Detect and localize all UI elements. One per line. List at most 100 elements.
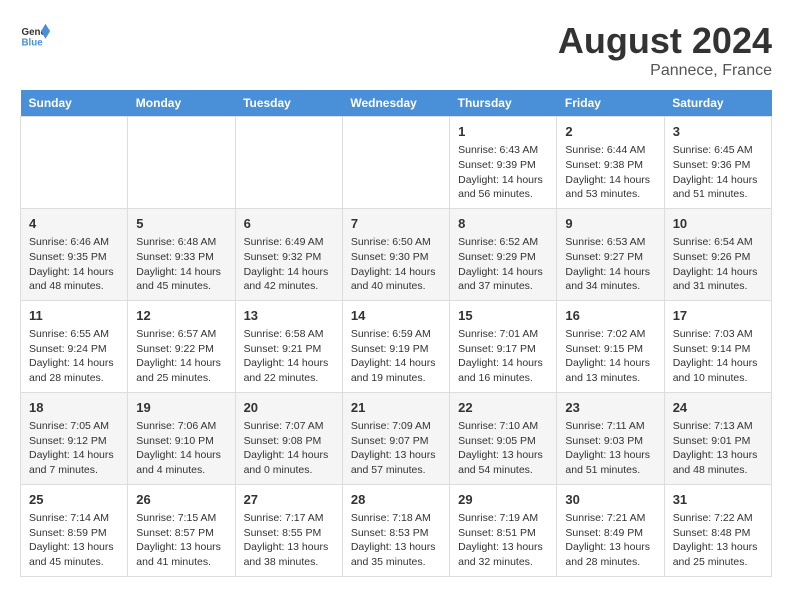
day-number: 5 [136,215,226,233]
day-cell: 14 Sunrise: 6:59 AMSunset: 9:19 PMDayligh… [342,300,449,392]
day-cell: 18Sunrise: 7:05 AMSunset: 9:12 PMDayligh… [21,392,128,484]
day-info: Sunrise: 6:52 AMSunset: 9:29 PMDaylight:… [458,235,548,294]
day-number: 20 [244,399,334,417]
day-number: 11 [29,307,119,325]
day-cell: 16 Sunrise: 7:02 AMSunset: 9:15 PMDayligh… [557,300,664,392]
day-cell: 10Sunrise: 6:54 AMSunset: 9:26 PMDayligh… [664,208,771,300]
header-saturday: Saturday [664,90,771,117]
day-cell: 19 Sunrise: 7:06 AMSunset: 9:10 PMDayligh… [128,392,235,484]
day-cell: 13 Sunrise: 6:58 AMSunset: 9:21 PMDayligh… [235,300,342,392]
day-info: Sunrise: 6:58 AMSunset: 9:21 PMDaylight:… [244,327,334,386]
day-info: Sunrise: 6:45 AMSunset: 9:36 PMDaylight:… [673,143,763,202]
svg-text:Blue: Blue [22,38,44,49]
day-number: 13 [244,307,334,325]
day-cell: 20Sunrise: 7:07 AMSunset: 9:08 PMDayligh… [235,392,342,484]
day-cell: 6 Sunrise: 6:49 AMSunset: 9:32 PMDaylight… [235,208,342,300]
page-header: General Blue August 2024 Pannece, France [20,20,772,80]
day-cell: 5 Sunrise: 6:48 AMSunset: 9:33 PMDaylight… [128,208,235,300]
day-cell [21,117,128,209]
day-info: Sunrise: 7:15 AMSunset: 8:57 PMDaylight:… [136,511,226,570]
day-info: Sunrise: 7:11 AMSunset: 9:03 PMDaylight:… [565,419,655,478]
day-info: Sunrise: 6:59 AMSunset: 9:19 PMDaylight:… [351,327,441,386]
day-cell: 31Sunrise: 7:22 AMSunset: 8:48 PMDayligh… [664,484,771,576]
day-info: Sunrise: 6:49 AMSunset: 9:32 PMDaylight:… [244,235,334,294]
week-row-4: 18Sunrise: 7:05 AMSunset: 9:12 PMDayligh… [21,392,772,484]
day-cell [235,117,342,209]
day-cell: 4 Sunrise: 6:46 AMSunset: 9:35 PMDaylight… [21,208,128,300]
day-number: 3 [673,123,763,141]
header-monday: Monday [128,90,235,117]
day-cell: 3 Sunrise: 6:45 AMSunset: 9:36 PMDaylight… [664,117,771,209]
logo: General Blue [20,20,50,50]
day-number: 14 [351,307,441,325]
day-number: 15 [458,307,548,325]
week-row-3: 11 Sunrise: 6:55 AMSunset: 9:24 PMDayligh… [21,300,772,392]
day-number: 23 [565,399,655,417]
day-info: Sunrise: 6:55 AMSunset: 9:24 PMDaylight:… [29,327,119,386]
calendar-body: 1 Sunrise: 6:43 AMSunset: 9:39 PMDaylight… [21,117,772,577]
month-year-title: August 2024 [558,20,772,62]
day-cell: 22 Sunrise: 7:10 AMSunset: 9:05 PMDayligh… [450,392,557,484]
day-info: Sunrise: 6:50 AMSunset: 9:30 PMDaylight:… [351,235,441,294]
day-number: 6 [244,215,334,233]
day-cell: 7 Sunrise: 6:50 AMSunset: 9:30 PMDaylight… [342,208,449,300]
day-number: 31 [673,491,763,509]
header-thursday: Thursday [450,90,557,117]
header-tuesday: Tuesday [235,90,342,117]
day-info: Sunrise: 6:46 AMSunset: 9:35 PMDaylight:… [29,235,119,294]
day-info: Sunrise: 7:14 AMSunset: 8:59 PMDaylight:… [29,511,119,570]
day-info: Sunrise: 6:54 AMSunset: 9:26 PMDaylight:… [673,235,763,294]
day-cell: 25Sunrise: 7:14 AMSunset: 8:59 PMDayligh… [21,484,128,576]
day-info: Sunrise: 7:13 AMSunset: 9:01 PMDaylight:… [673,419,763,478]
day-number: 28 [351,491,441,509]
calendar-header: SundayMondayTuesdayWednesdayThursdayFrid… [21,90,772,117]
day-info: Sunrise: 7:03 AMSunset: 9:14 PMDaylight:… [673,327,763,386]
day-cell: 24 Sunrise: 7:13 AMSunset: 9:01 PMDayligh… [664,392,771,484]
day-cell: 30Sunrise: 7:21 AMSunset: 8:49 PMDayligh… [557,484,664,576]
day-number: 8 [458,215,548,233]
day-number: 19 [136,399,226,417]
day-info: Sunrise: 7:19 AMSunset: 8:51 PMDaylight:… [458,511,548,570]
day-info: Sunrise: 7:09 AMSunset: 9:07 PMDaylight:… [351,419,441,478]
day-info: Sunrise: 7:05 AMSunset: 9:12 PMDaylight:… [29,419,119,478]
day-number: 24 [673,399,763,417]
day-info: Sunrise: 7:10 AMSunset: 9:05 PMDaylight:… [458,419,548,478]
day-number: 22 [458,399,548,417]
day-cell [342,117,449,209]
day-cell: 12 Sunrise: 6:57 AMSunset: 9:22 PMDayligh… [128,300,235,392]
day-info: Sunrise: 6:43 AMSunset: 9:39 PMDaylight:… [458,143,548,202]
day-cell [128,117,235,209]
week-row-2: 4 Sunrise: 6:46 AMSunset: 9:35 PMDaylight… [21,208,772,300]
day-number: 16 [565,307,655,325]
calendar-table: SundayMondayTuesdayWednesdayThursdayFrid… [20,90,772,577]
header-sunday: Sunday [21,90,128,117]
day-number: 27 [244,491,334,509]
week-row-5: 25Sunrise: 7:14 AMSunset: 8:59 PMDayligh… [21,484,772,576]
day-cell: 11 Sunrise: 6:55 AMSunset: 9:24 PMDayligh… [21,300,128,392]
day-info: Sunrise: 7:02 AMSunset: 9:15 PMDaylight:… [565,327,655,386]
week-row-1: 1 Sunrise: 6:43 AMSunset: 9:39 PMDaylight… [21,117,772,209]
day-number: 7 [351,215,441,233]
header-wednesday: Wednesday [342,90,449,117]
day-cell: 28Sunrise: 7:18 AMSunset: 8:53 PMDayligh… [342,484,449,576]
day-info: Sunrise: 6:48 AMSunset: 9:33 PMDaylight:… [136,235,226,294]
day-info: Sunrise: 7:01 AMSunset: 9:17 PMDaylight:… [458,327,548,386]
header-row: SundayMondayTuesdayWednesdayThursdayFrid… [21,90,772,117]
day-number: 1 [458,123,548,141]
day-cell: 17Sunrise: 7:03 AMSunset: 9:14 PMDayligh… [664,300,771,392]
day-number: 9 [565,215,655,233]
day-number: 4 [29,215,119,233]
logo-icon: General Blue [20,20,50,50]
day-info: Sunrise: 6:57 AMSunset: 9:22 PMDaylight:… [136,327,226,386]
day-info: Sunrise: 7:17 AMSunset: 8:55 PMDaylight:… [244,511,334,570]
day-cell: 9Sunrise: 6:53 AMSunset: 9:27 PMDaylight… [557,208,664,300]
day-number: 2 [565,123,655,141]
day-number: 29 [458,491,548,509]
day-number: 12 [136,307,226,325]
day-number: 21 [351,399,441,417]
day-cell: 21 Sunrise: 7:09 AMSunset: 9:07 PMDayligh… [342,392,449,484]
day-info: Sunrise: 7:06 AMSunset: 9:10 PMDaylight:… [136,419,226,478]
day-info: Sunrise: 7:21 AMSunset: 8:49 PMDaylight:… [565,511,655,570]
day-info: Sunrise: 6:44 AMSunset: 9:38 PMDaylight:… [565,143,655,202]
day-cell: 23 Sunrise: 7:11 AMSunset: 9:03 PMDayligh… [557,392,664,484]
